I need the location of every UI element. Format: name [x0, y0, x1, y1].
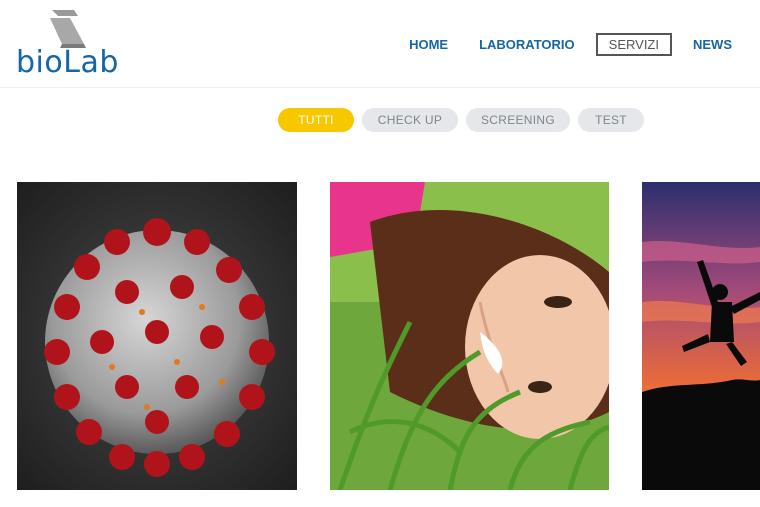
virus-image	[17, 182, 297, 490]
filter-test[interactable]: TEST	[578, 108, 644, 132]
main-nav: HOME LABORATORIO SERVIZI NEWS	[388, 32, 742, 57]
gallery-card-woman[interactable]	[330, 182, 609, 490]
woman-in-grass-image	[330, 182, 609, 490]
filter-bar: TUTTI CHECK UP SCREENING TEST	[278, 108, 644, 132]
gallery-card-sunset[interactable]	[642, 182, 760, 490]
filter-screening[interactable]: SCREENING	[466, 108, 570, 132]
gallery-card-virus[interactable]	[17, 182, 297, 490]
site-header: bioLab HOME LABORATORIO SERVIZI NEWS	[0, 0, 760, 88]
nav-home[interactable]: HOME	[399, 32, 458, 57]
logo-text: bioLab	[16, 45, 119, 80]
jumping-silhouette-image	[642, 182, 760, 490]
filter-tutti[interactable]: TUTTI	[278, 108, 354, 132]
logo[interactable]: bioLab	[16, 8, 122, 80]
nav-laboratorio[interactable]: LABORATORIO	[469, 32, 585, 57]
microscope-icon	[50, 10, 86, 48]
filter-check-up[interactable]: CHECK UP	[362, 108, 458, 132]
nav-news[interactable]: NEWS	[683, 32, 742, 57]
nav-servizi[interactable]: SERVIZI	[595, 33, 672, 56]
